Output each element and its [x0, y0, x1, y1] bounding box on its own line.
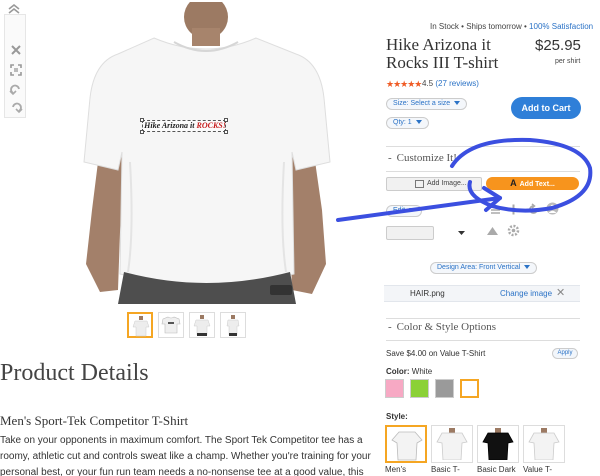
- collapse-icon[interactable]: [7, 2, 21, 14]
- style-name: Basic T-: [431, 465, 460, 474]
- divider: [386, 318, 580, 319]
- style-label: Style:: [386, 412, 408, 421]
- color-swatch-white[interactable]: [460, 379, 479, 398]
- color-swatch-green[interactable]: [410, 379, 429, 398]
- add-image-button[interactable]: Add Image...: [386, 177, 482, 191]
- quantity-select[interactable]: Qty: 1: [386, 117, 429, 129]
- chevron-down-icon: [524, 265, 531, 269]
- save-offer-text: Save $4.00 on Value T-Shirt: [386, 349, 486, 358]
- change-image-link[interactable]: Change image: [500, 289, 552, 298]
- edit-dropdown[interactable]: Edit: [386, 205, 423, 217]
- mountain-icon[interactable]: [486, 224, 499, 237]
- close-icon[interactable]: [9, 43, 23, 57]
- person-icon[interactable]: [546, 202, 559, 215]
- image-icon: [415, 180, 424, 188]
- stock-status: In Stock • Ships tomorrow • 100% Satisfa…: [430, 22, 594, 31]
- fit-icon[interactable]: [9, 63, 23, 77]
- design-toolbar: [4, 14, 26, 118]
- details-title: Product Details: [0, 360, 149, 386]
- style-names: Men's Basic T- Basic Dark Value T-: [385, 465, 565, 474]
- color-swatch-grey[interactable]: [435, 379, 454, 398]
- gear-icon[interactable]: [507, 224, 520, 237]
- chevron-down-icon: [454, 101, 461, 105]
- undo-icon[interactable]: [9, 83, 23, 97]
- divider: [386, 340, 580, 341]
- design-area-select[interactable]: Design Area: Front Vertical: [430, 262, 538, 274]
- apply-button[interactable]: Apply: [552, 348, 578, 359]
- color-label: Color: White: [386, 367, 433, 376]
- rating-stars: ★★★★★: [386, 79, 422, 89]
- customize-heading[interactable]: - Customize It!: [388, 152, 457, 164]
- resize-handle[interactable]: [224, 118, 228, 122]
- add-to-cart-button[interactable]: Add to Cart: [511, 97, 581, 119]
- color-swatch-pink[interactable]: [385, 379, 404, 398]
- price-unit: per shirt: [555, 58, 581, 65]
- satisfaction-link[interactable]: 100% Satisfaction: [529, 22, 593, 31]
- close-icon[interactable]: ✕: [556, 286, 565, 299]
- add-text-button[interactable]: A Add Text...: [486, 177, 579, 190]
- design-text-element[interactable]: Hike Arizona it ROCKS!: [143, 121, 227, 131]
- style-card-mens[interactable]: [385, 425, 427, 463]
- thumbnail-flat[interactable]: [158, 312, 184, 338]
- rating-summary: 4.5 (27 reviews): [422, 79, 479, 88]
- resize-handle[interactable]: [140, 130, 144, 134]
- design-selection-box[interactable]: Hike Arizona it ROCKS!: [140, 118, 228, 134]
- divider: [386, 146, 580, 147]
- style-card-basic-dark[interactable]: [477, 425, 519, 463]
- resize-handle[interactable]: [140, 118, 144, 122]
- product-title: Hike Arizona it Rocks III T-shirt: [386, 35, 499, 72]
- file-name: HAIR.png: [410, 289, 445, 298]
- details-subtitle: Men's Sport-Tek Competitor T-Shirt: [0, 413, 189, 428]
- style-name: Value T-: [523, 465, 553, 474]
- redo-icon[interactable]: [9, 101, 23, 115]
- thumbnail-side[interactable]: [220, 312, 246, 338]
- divider: [386, 171, 580, 172]
- style-name: Men's: [385, 465, 407, 474]
- thumbnail-front[interactable]: [127, 312, 153, 338]
- style-card-value[interactable]: [523, 425, 565, 463]
- view-thumbnails: [127, 312, 246, 340]
- product-photo: [83, 2, 331, 304]
- color-swatches: [385, 379, 479, 398]
- color-style-heading[interactable]: - Color & Style Options: [388, 321, 496, 333]
- layer-dropdown[interactable]: [386, 226, 434, 240]
- rotate-icon[interactable]: [527, 203, 540, 216]
- thumbnail-back[interactable]: [189, 312, 215, 338]
- chevron-down-icon[interactable]: [455, 226, 468, 239]
- annotation-circle: [450, 137, 593, 213]
- style-name: Basic Dark: [477, 465, 516, 474]
- resize-handle[interactable]: [224, 130, 228, 134]
- reviews-link[interactable]: (27 reviews): [435, 79, 479, 88]
- style-options: [385, 425, 565, 463]
- product-price: $25.95: [535, 37, 581, 54]
- add-icon[interactable]: [507, 203, 520, 216]
- details-description: Take on your opponents in maximum comfor…: [0, 435, 371, 476]
- size-select[interactable]: Size: Select a size: [386, 98, 468, 110]
- text-icon: A: [510, 178, 517, 188]
- align-icon[interactable]: [489, 204, 502, 217]
- chevron-down-icon: [415, 120, 422, 124]
- style-card-basic[interactable]: [431, 425, 473, 463]
- chevron-down-icon: [409, 208, 416, 212]
